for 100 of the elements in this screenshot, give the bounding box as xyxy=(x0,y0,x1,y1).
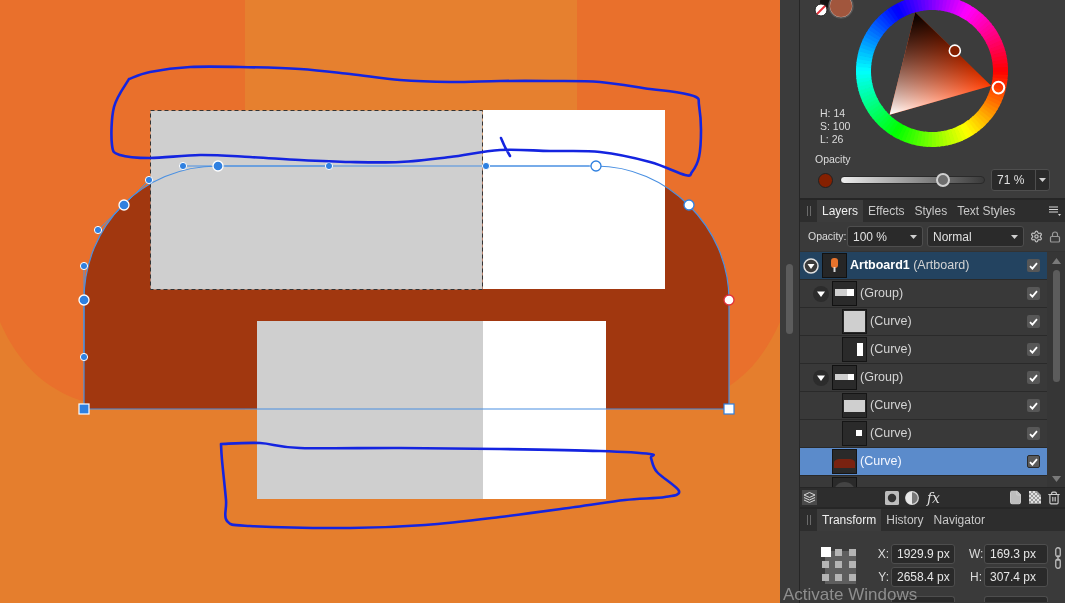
fill-swatch-icon[interactable] xyxy=(828,0,854,19)
trash-icon[interactable] xyxy=(1047,490,1061,505)
mask-icon[interactable] xyxy=(884,490,899,505)
layers-stack-icon[interactable] xyxy=(802,490,817,505)
layer-row[interactable]: (Curve) xyxy=(800,420,1047,448)
anchor-point-icon[interactable] xyxy=(820,547,831,558)
bezier-handle-icon[interactable] xyxy=(224,161,334,171)
layer-row[interactable]: Artboard1 (Artboard) xyxy=(800,252,1047,280)
blend-mode-dropdown[interactable]: Normal xyxy=(927,226,1024,247)
bezier-handle-icon[interactable] xyxy=(79,306,89,362)
bezier-handle-icon[interactable] xyxy=(79,261,89,294)
path-node-icon[interactable] xyxy=(723,403,735,415)
layer-name: Artboard1 (Artboard) xyxy=(850,257,970,275)
layer-thumbnail-icon xyxy=(833,450,856,473)
opacity-slider[interactable] xyxy=(840,176,985,184)
layer-row[interactable]: (Curve) xyxy=(800,336,1047,364)
activation-notice: Activate Windows xyxy=(783,586,918,603)
transform-field[interactable]: 169.3 px xyxy=(984,544,1048,564)
field-label: W: xyxy=(969,546,984,563)
layer-name: (Curve) xyxy=(870,397,912,415)
scrollbar-thumb[interactable] xyxy=(786,264,793,334)
visibility-checkbox[interactable] xyxy=(1027,371,1040,384)
slider-thumb[interactable] xyxy=(935,173,950,187)
hue-handle-icon[interactable] xyxy=(991,80,1006,95)
layer-row[interactable]: (Curve) xyxy=(800,308,1047,336)
hsl-reading: S: 100 xyxy=(820,120,852,133)
visibility-checkbox[interactable] xyxy=(1027,259,1040,272)
bezier-handle-icon[interactable] xyxy=(178,161,212,171)
scrollbar-thumb[interactable] xyxy=(1052,270,1060,382)
layer-row[interactable]: (Curve) xyxy=(800,392,1047,420)
transform-field[interactable]: 1929.9 px xyxy=(891,544,955,564)
transform-field[interactable] xyxy=(984,596,1048,602)
visibility-checkbox[interactable] xyxy=(1027,287,1040,300)
visibility-checkbox[interactable] xyxy=(1027,399,1040,412)
hsl-reading: L: 26 xyxy=(820,133,845,146)
bezier-handle-icon[interactable] xyxy=(93,209,120,235)
panel-menu-icon[interactable] xyxy=(1049,206,1061,216)
panel-tab[interactable]: Navigator xyxy=(928,509,990,531)
visibility-checkbox[interactable] xyxy=(1027,315,1040,328)
document-icon[interactable] xyxy=(1008,490,1023,505)
color-handle-icon[interactable] xyxy=(948,44,962,57)
checkered-document-icon[interactable] xyxy=(1028,490,1042,505)
layer-opacity-field[interactable]: 100 % xyxy=(847,226,923,247)
transform-field[interactable]: 2658.4 px xyxy=(891,567,955,587)
layer-thumbnail-icon xyxy=(843,422,866,445)
expand-toggle-icon[interactable] xyxy=(803,257,819,274)
layer-name: (Curve) xyxy=(870,341,912,359)
layer-thumbnail-icon xyxy=(843,310,866,333)
path-node-icon[interactable] xyxy=(683,199,695,211)
panel-tab[interactable]: Layers xyxy=(817,200,864,222)
transform-field[interactable]: 307.4 px xyxy=(984,567,1048,587)
anchor-point-icon[interactable] xyxy=(822,574,830,582)
anchor-point-icon[interactable] xyxy=(822,561,830,569)
scroll-down-icon[interactable] xyxy=(1051,476,1061,482)
layer-name: (Group) xyxy=(860,285,904,303)
effects-button[interactable]: fx xyxy=(926,490,940,505)
layer-name: (Group) xyxy=(860,369,904,387)
layer-thumbnail-icon xyxy=(833,282,856,305)
opacity-label: Opacity: xyxy=(808,228,847,244)
layer-name: (Curve) xyxy=(860,453,902,471)
panel-tab[interactable]: History xyxy=(881,509,929,531)
bezier-handle-icon[interactable] xyxy=(481,161,590,171)
expand-toggle-icon[interactable] xyxy=(813,369,829,386)
layer-row[interactable]: (Group) xyxy=(800,364,1047,392)
scroll-up-icon[interactable] xyxy=(1051,258,1061,264)
lock-icon[interactable] xyxy=(1049,230,1061,243)
panel-tab[interactable]: Styles xyxy=(909,200,953,222)
field-label: X: xyxy=(876,546,890,563)
layer-thumbnail-icon xyxy=(843,338,866,361)
anchor-point-icon[interactable] xyxy=(848,548,856,556)
opacity-label: Opacity xyxy=(815,153,851,166)
field-label: H: xyxy=(969,569,983,586)
bezier-handle-icon[interactable] xyxy=(128,175,154,201)
path-node-icon[interactable] xyxy=(723,294,735,306)
panel-grip-icon[interactable] xyxy=(807,206,811,216)
layer-row[interactable]: (Group) xyxy=(800,280,1047,308)
visibility-checkbox[interactable] xyxy=(1027,343,1040,356)
color-triangle[interactable] xyxy=(889,12,992,115)
panel-grip-icon[interactable] xyxy=(807,515,811,525)
layer-thumbnail-icon xyxy=(843,394,866,417)
panel-tab[interactable]: Effects xyxy=(863,200,910,222)
anchor-point-icon[interactable] xyxy=(835,548,843,556)
panel-tab[interactable]: Transform xyxy=(817,509,882,531)
panel-tab[interactable]: Text Styles xyxy=(952,200,1021,222)
hsl-reading: H: 14 xyxy=(820,107,847,120)
caret-icon xyxy=(1011,234,1018,239)
layer-name: (Curve) xyxy=(870,425,912,443)
visibility-checkbox[interactable] xyxy=(1027,455,1040,468)
expand-toggle-icon[interactable] xyxy=(813,285,829,302)
link-icon[interactable] xyxy=(1055,547,1061,569)
visibility-checkbox[interactable] xyxy=(1027,427,1040,440)
layer-thumbnail-icon xyxy=(833,366,856,389)
field-label: Y: xyxy=(877,569,890,586)
opacity-field[interactable]: 71 % xyxy=(991,169,1050,191)
layer-name: (Curve) xyxy=(870,313,912,331)
adjustment-icon[interactable] xyxy=(904,490,919,505)
caret-icon xyxy=(1039,178,1046,182)
path-node-icon[interactable] xyxy=(590,160,602,172)
settings-icon[interactable] xyxy=(1030,230,1043,243)
anchor-selector[interactable] xyxy=(819,546,859,584)
